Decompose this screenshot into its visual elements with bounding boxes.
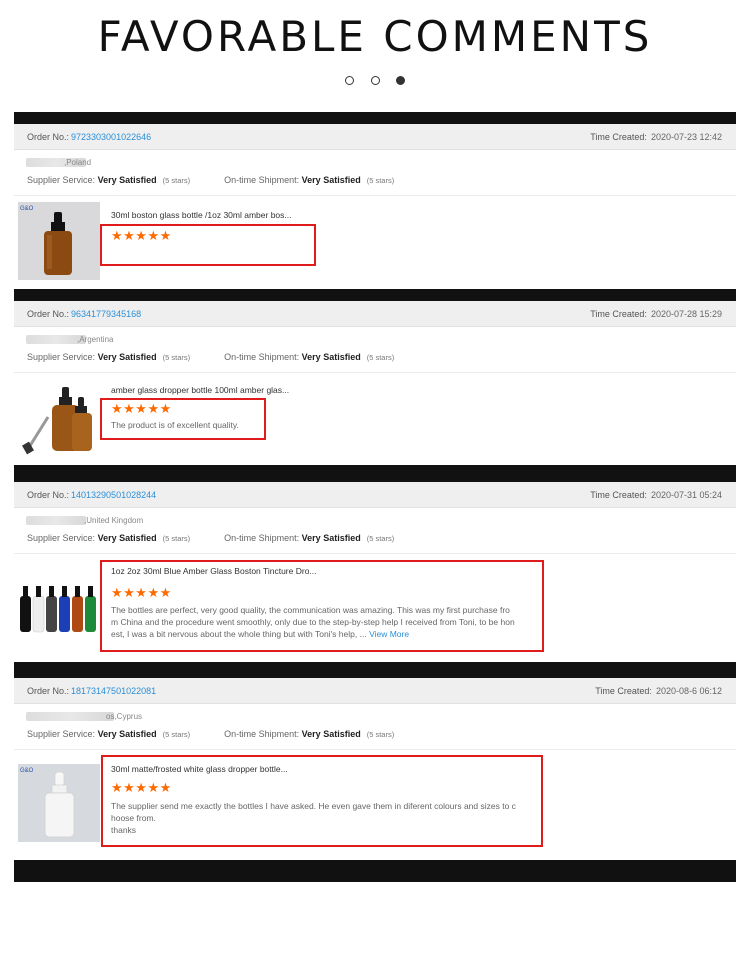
buyer-country: os,Cyprus xyxy=(106,712,143,721)
buyer-info: ,Argentina Supplier Service: Very Satisf… xyxy=(14,327,736,373)
product-title[interactable]: amber glass dropper bottle 100ml amber g… xyxy=(111,385,289,395)
order-number: Order No.: 96341779345168 xyxy=(27,309,142,319)
review-stars: ★★★★★ xyxy=(111,228,172,243)
review-stars: ★★★★★ xyxy=(111,585,172,600)
time-created: Time Created: 2020-08-6 06:12 xyxy=(595,686,722,696)
review-stars: ★★★★★ xyxy=(111,780,172,795)
seller-ratings: Supplier Service: Very Satisfied (5 stars… xyxy=(27,175,395,185)
product-thumbnail[interactable]: G&O xyxy=(18,202,100,280)
brand-badge: G&O xyxy=(20,768,34,774)
order-header: Order No.: 96341779345168 Time Created: 20… xyxy=(14,301,736,327)
brand-badge: G&O xyxy=(20,206,34,212)
time-created: Time Created: 2020-07-23 12:42 xyxy=(590,132,722,142)
buyer-info: ,United Kingdom Supplier Service: Very S… xyxy=(14,508,736,554)
blurred-buyer-name xyxy=(26,516,86,525)
page-headline: FAVORABLE COMMENTS xyxy=(97,12,653,61)
seller-ratings: Supplier Service: Very Satisfied (5 stars… xyxy=(27,352,395,362)
time-created: Time Created: 2020-07-31 05:24 xyxy=(590,490,722,500)
carousel-dot-1[interactable] xyxy=(345,76,355,86)
order-header: Order No.: 9723303001022646 Time Created:… xyxy=(14,124,736,150)
buyer-country: ,Argentina xyxy=(77,335,114,344)
order-number-link[interactable]: 9723303001022646 xyxy=(71,132,151,142)
product-thumbnail[interactable]: G&O xyxy=(18,764,100,842)
carousel-dots xyxy=(0,72,750,90)
review-text: The supplier send me exactly the bottles… xyxy=(111,801,516,835)
order-header: Order No.: 18173147501022081 Time Created… xyxy=(14,678,736,704)
carousel-dot-3-active[interactable] xyxy=(395,76,405,86)
order-card: Order No.: 9723303001022646 Time Created:… xyxy=(14,124,736,289)
comments-panel: Order No.: 9723303001022646 Time Created:… xyxy=(14,112,736,882)
review-text: The product is of excellent quality. xyxy=(111,420,239,430)
carousel-dot-2[interactable] xyxy=(370,76,380,86)
order-number: Order No.: 18173147501022081 xyxy=(27,686,157,696)
product-thumbnail[interactable] xyxy=(18,576,100,636)
time-created: Time Created: 2020-07-28 15:29 xyxy=(590,309,722,319)
order-number-link[interactable]: 18173147501022081 xyxy=(71,686,156,696)
view-more-link[interactable]: View More xyxy=(369,629,409,639)
buyer-info: ,Poland Supplier Service: Very Satisfied… xyxy=(14,150,736,196)
order-card: Order No.: 96341779345168 Time Created: 20… xyxy=(14,301,736,465)
buyer-country: ,United Kingdom xyxy=(84,516,144,525)
review-text: The bottles are perfect, very good quali… xyxy=(111,605,515,639)
order-header: Order No.: 14013290501028244 Time Created… xyxy=(14,482,736,508)
order-number-link[interactable]: 96341779345168 xyxy=(71,309,141,319)
order-number-link[interactable]: 14013290501028244 xyxy=(71,490,156,500)
blurred-buyer-name xyxy=(26,712,114,721)
order-number: Order No.: 14013290501028244 xyxy=(27,490,157,500)
product-title[interactable]: 30ml boston glass bottle /1oz 30ml amber… xyxy=(111,210,291,220)
buyer-country: ,Poland xyxy=(64,158,92,167)
product-thumbnail[interactable] xyxy=(18,379,100,457)
seller-ratings: Supplier Service: Very Satisfied (5 stars… xyxy=(27,533,395,543)
order-number: Order No.: 9723303001022646 xyxy=(27,132,152,142)
buyer-info: os,Cyprus Supplier Service: Very Satisfi… xyxy=(14,704,736,750)
order-card: Order No.: 18173147501022081 Time Created… xyxy=(14,678,736,860)
review-stars: ★★★★★ xyxy=(111,401,172,416)
order-card: Order No.: 14013290501028244 Time Created… xyxy=(14,482,736,662)
seller-ratings: Supplier Service: Very Satisfied (5 stars… xyxy=(27,729,395,739)
